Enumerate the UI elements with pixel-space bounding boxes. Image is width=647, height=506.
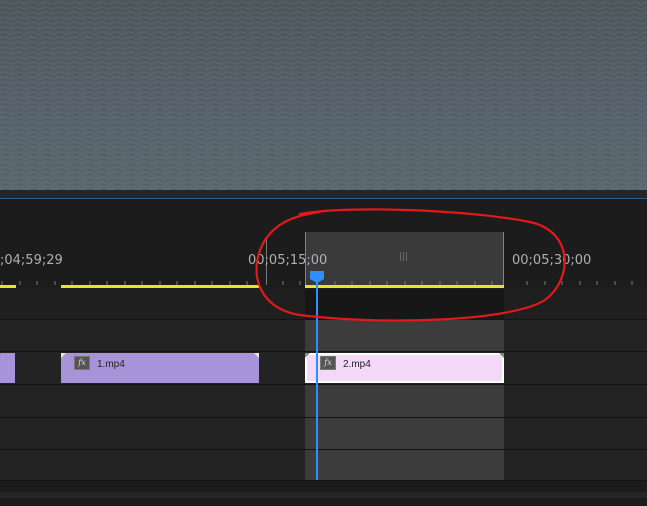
fx-badge-icon[interactable]: fx [320,356,336,370]
clip-1[interactable]: fx 1.mp4 [61,353,259,383]
work-area-shade-a1 [305,385,504,417]
clip-end-marker [499,353,504,358]
work-area-shade-v2 [305,320,504,351]
clip-2-label: 2.mp4 [343,359,371,370]
playhead-handle-icon[interactable] [309,270,325,284]
playhead-line[interactable] [316,276,318,480]
timecode-label-center: 00;05;15;00 [248,253,328,268]
render-bar-segment [61,285,259,288]
timecode-label-left: ;04;59;29 [0,253,63,268]
clip-start-marker [61,353,66,358]
work-area-shade-a2 [305,418,504,449]
program-monitor-preview [0,0,647,190]
clip-start-marker [305,353,310,358]
timecode-label-right: 00;05;30;00 [512,253,592,268]
render-bar-segment [305,285,504,288]
work-area-shade-a3 [305,450,504,480]
render-bar-segment [0,285,16,288]
work-area-shade-v3 [305,289,504,319]
clip-partial-left[interactable] [0,353,15,383]
clip-end-marker [254,353,259,358]
panel-divider[interactable] [0,190,647,199]
fx-badge-icon[interactable]: fx [74,356,90,370]
work-area-grip[interactable]: ||| [399,252,408,262]
clip-1-label: 1.mp4 [97,359,125,370]
water-video-frame [0,0,647,190]
timeline-scrollbar-track[interactable] [0,492,647,498]
clip-2[interactable]: fx 2.mp4 [305,353,504,383]
